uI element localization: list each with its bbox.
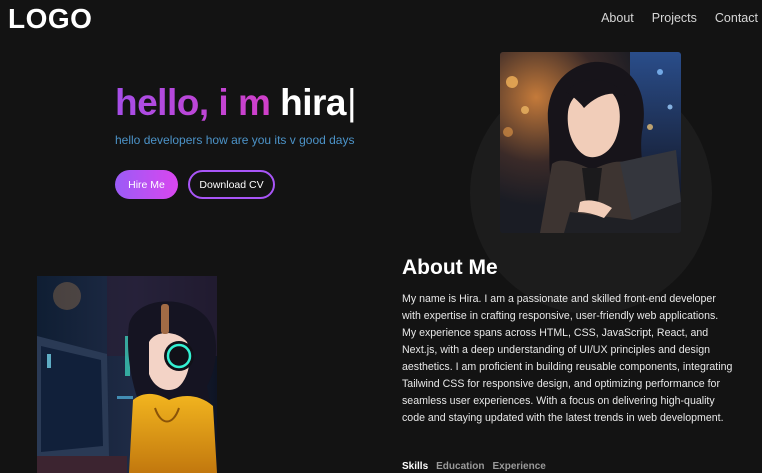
- about-description: My name is Hira. I am a passionate and s…: [402, 293, 733, 424]
- typing-caret: |: [347, 82, 357, 123]
- hero-greeting: hello, i m: [115, 82, 271, 123]
- hero-name: hira: [280, 82, 346, 123]
- about-tabs: Skills Education Experience: [402, 461, 546, 472]
- top-nav: About Projects Contact: [601, 11, 758, 25]
- about-title: About Me: [402, 256, 498, 279]
- portfolio-page: LOGO About Projects Contact hello, i m h…: [0, 0, 762, 473]
- download-cv-button[interactable]: Download CV: [188, 170, 275, 199]
- nav-link-projects[interactable]: Projects: [652, 11, 697, 25]
- hire-me-button[interactable]: Hire Me: [115, 170, 178, 199]
- nav-link-about[interactable]: About: [601, 11, 634, 25]
- hero-portrait-image: [500, 52, 681, 233]
- tab-education[interactable]: Education: [436, 461, 484, 472]
- hero-buttons: Hire Me Download CV: [115, 170, 275, 199]
- logo[interactable]: LOGO: [8, 3, 92, 35]
- tab-experience[interactable]: Experience: [492, 461, 545, 472]
- hero-subtitle: hello developers how are you its v good …: [115, 133, 355, 147]
- nav-link-contact[interactable]: Contact: [715, 11, 758, 25]
- tab-skills[interactable]: Skills: [402, 461, 428, 472]
- hero-title: hello, i m hira|: [115, 82, 357, 124]
- about-anime-image: [37, 276, 217, 473]
